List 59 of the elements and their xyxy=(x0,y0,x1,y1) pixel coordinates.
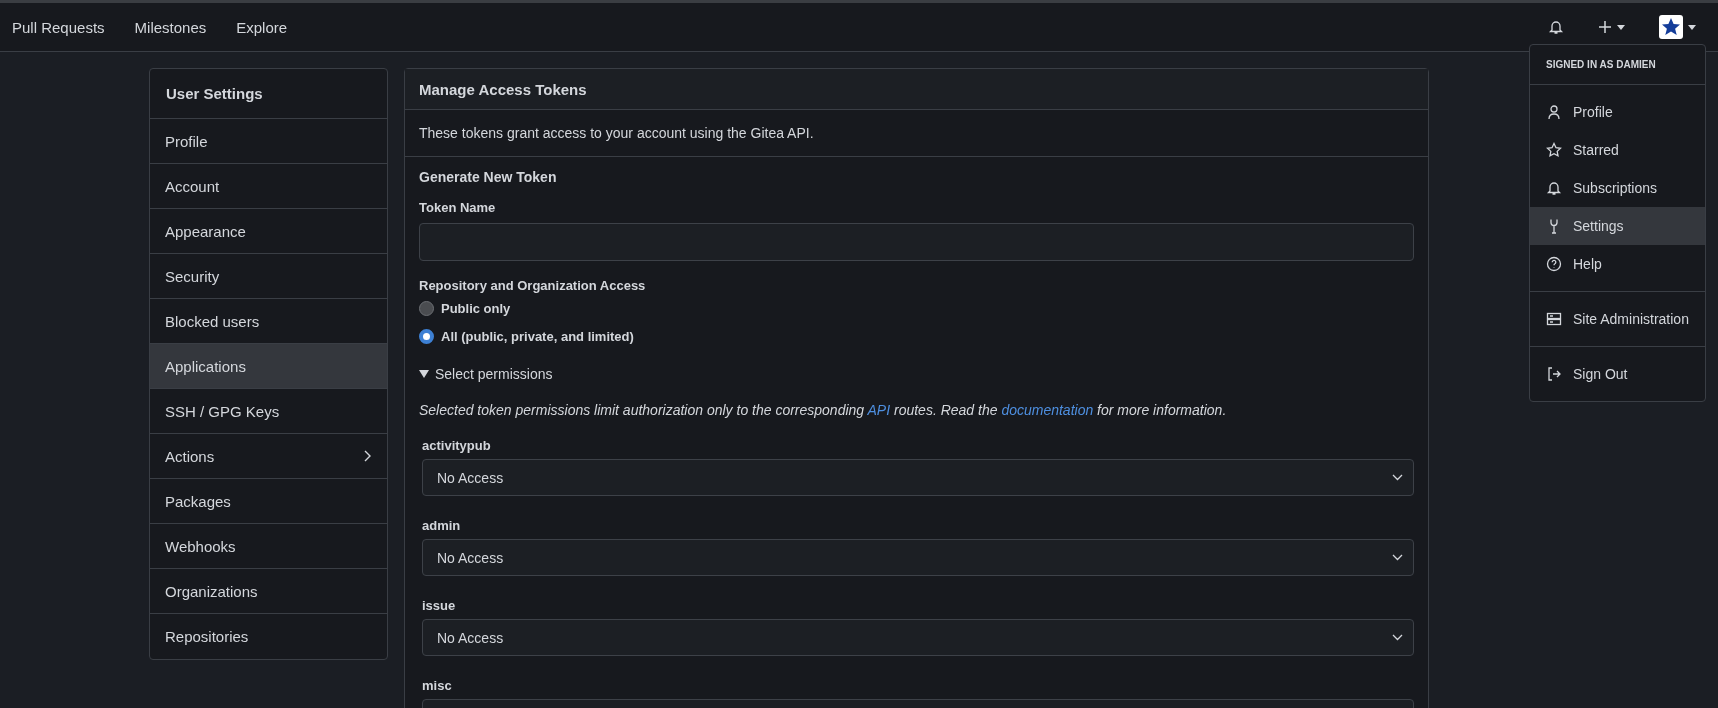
triangle-down-icon[interactable] xyxy=(419,369,429,379)
help-icon xyxy=(1546,256,1562,272)
sidebar-item[interactable]: Security xyxy=(150,254,387,299)
menu-item[interactable]: Sign Out xyxy=(1530,355,1705,393)
form-title: Generate New Token xyxy=(419,169,558,185)
sidebar-item[interactable]: Profile xyxy=(150,119,387,164)
caret-icon xyxy=(1688,24,1696,30)
token-name-input[interactable] xyxy=(419,223,1414,261)
sidebar-item[interactable]: Repositories xyxy=(150,614,387,659)
bell-icon xyxy=(1548,19,1564,35)
sidebar-item[interactable]: Actions xyxy=(150,434,387,479)
server-icon xyxy=(1546,311,1562,327)
scope-label: misc xyxy=(422,678,453,693)
sidebar-item[interactable]: Applications xyxy=(150,344,387,389)
menu-item[interactable]: Profile xyxy=(1530,93,1705,131)
permissions-toggle[interactable]: Select permissions xyxy=(435,366,553,382)
chevron-down-icon xyxy=(1392,474,1403,481)
scope-label: admin xyxy=(422,518,462,533)
radio-label: Public only xyxy=(441,301,511,316)
panel-description: These tokens grant access to your account using the Gitea API. xyxy=(405,110,1428,157)
menu-header: SIGNED IN AS DAMIEN xyxy=(1530,45,1705,85)
menu-item[interactable]: Settings xyxy=(1530,207,1705,245)
scope-select[interactable]: No Access xyxy=(422,459,1414,496)
sidebar-item[interactable]: Webhooks xyxy=(150,524,387,569)
menu-item[interactable]: Site Administration xyxy=(1530,300,1705,338)
radio-button[interactable] xyxy=(419,301,434,316)
person-icon xyxy=(1546,104,1562,120)
scope-select[interactable]: No Access xyxy=(422,619,1414,656)
radio-button[interactable] xyxy=(419,329,434,344)
caret-icon xyxy=(1617,24,1625,30)
menu-item[interactable]: Subscriptions xyxy=(1530,169,1705,207)
chevron-down-icon xyxy=(1392,554,1403,561)
sign-out-icon xyxy=(1546,366,1562,382)
sidebar-item[interactable]: SSH / GPG Keys xyxy=(150,389,387,434)
doc-link[interactable]: documentation xyxy=(1001,402,1094,418)
plus-icon xyxy=(1598,20,1612,34)
bell-icon xyxy=(1546,180,1562,196)
sidebar-title: User Settings xyxy=(150,69,387,119)
nav-link[interactable]: Milestones xyxy=(134,18,222,36)
sidebar-item[interactable]: Account xyxy=(150,164,387,209)
menu-item[interactable]: Help xyxy=(1530,245,1705,283)
scope-label: activitypub xyxy=(422,438,492,453)
radio-label: All (public, private, and limited) xyxy=(441,329,634,344)
field-label: Token Name xyxy=(419,200,497,215)
permissions-note: Selected token permissions limit authorization only to the corresponding API routes. Read the documentation for more information. xyxy=(419,402,1228,418)
menu-item[interactable]: Starred xyxy=(1530,131,1705,169)
field-label: Repository and Organization Access xyxy=(419,278,647,293)
scope-select[interactable]: No Access xyxy=(422,539,1414,576)
sidebar-item[interactable]: Organizations xyxy=(150,569,387,614)
nav-link[interactable]: Explore xyxy=(236,18,303,36)
sidebar-item[interactable]: Appearance xyxy=(150,209,387,254)
doc-link[interactable]: API xyxy=(867,402,891,418)
scope-label: issue xyxy=(422,598,457,613)
nav-link[interactable]: Pull Requests xyxy=(12,18,120,36)
sidebar-item[interactable]: Packages xyxy=(150,479,387,524)
chevron-down-icon xyxy=(1392,634,1403,641)
avatar-icon xyxy=(1659,15,1683,39)
star-icon xyxy=(1546,142,1562,158)
panel-title: Manage Access Tokens xyxy=(405,69,1428,110)
